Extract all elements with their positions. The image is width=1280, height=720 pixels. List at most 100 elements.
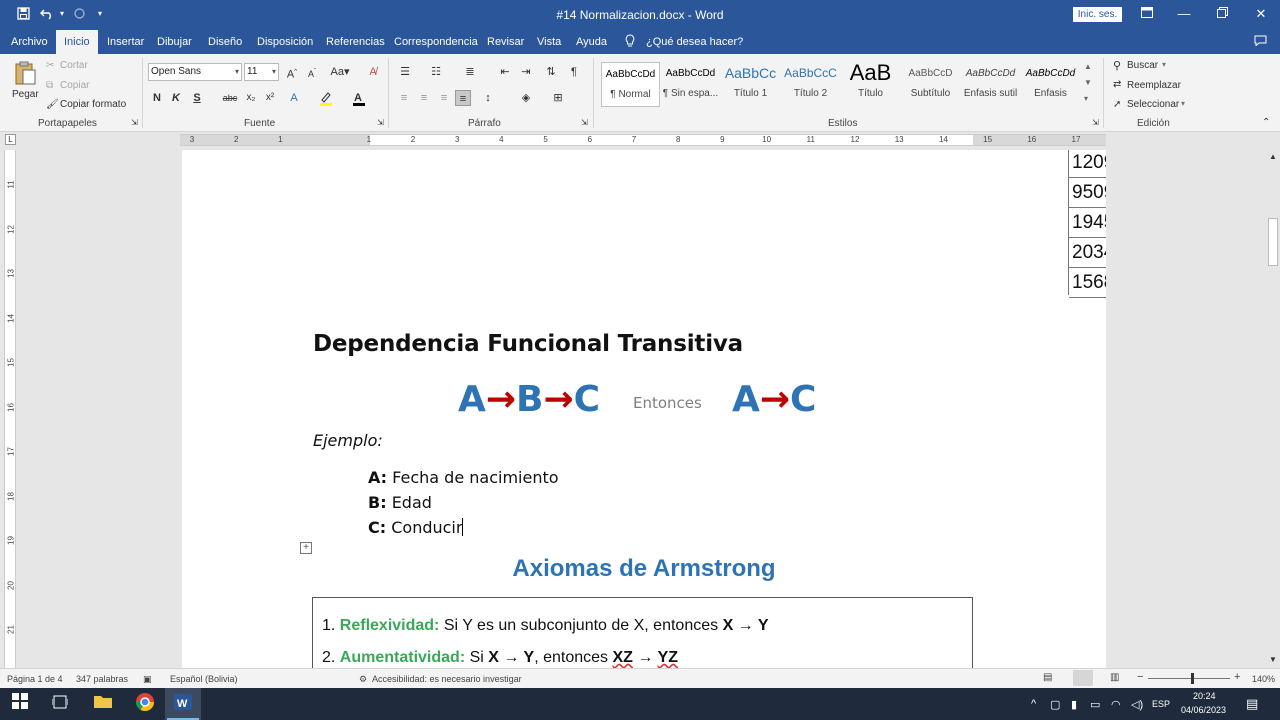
- collapse-ribbon-icon[interactable]: ⌃: [1262, 117, 1270, 128]
- windows-start-icon[interactable]: [8, 692, 32, 716]
- battery-icon[interactable]: ▭: [1090, 698, 1100, 711]
- chrome-icon[interactable]: [133, 692, 157, 716]
- replace-button[interactable]: Reemplazar: [1127, 80, 1181, 91]
- style-no-spacing[interactable]: AaBbCcDd ¶ Sin espa...: [661, 62, 720, 107]
- tab-ayuda[interactable]: Ayuda: [576, 30, 607, 54]
- file-explorer-icon[interactable]: [91, 692, 115, 716]
- tell-me-search[interactable]: ¿Qué desea hacer?: [646, 30, 743, 54]
- focus-mode-icon[interactable]: ▤: [1043, 672, 1052, 683]
- styles-more-icon[interactable]: ▾: [1084, 94, 1088, 103]
- style-subtle-emphasis[interactable]: AaBbCcDd Énfasis sutil: [961, 62, 1020, 107]
- paste-button[interactable]: Pegar: [12, 89, 39, 100]
- format-painter-button[interactable]: Copiar formato: [60, 99, 126, 110]
- line-spacing-icon[interactable]: ↕: [480, 90, 496, 106]
- styles-scroll-down-icon[interactable]: ▼: [1084, 78, 1092, 87]
- superscript-icon[interactable]: x²: [262, 90, 278, 106]
- paragraph-launcher-icon[interactable]: ⇲: [581, 118, 588, 127]
- scroll-up-icon[interactable]: ▲: [1269, 152, 1277, 161]
- clear-formatting-icon[interactable]: A̸: [365, 64, 381, 80]
- style-heading-2[interactable]: AaBbCcC Título 2: [781, 62, 840, 107]
- italic-button[interactable]: K: [168, 90, 184, 106]
- table-cell[interactable]: 1568: [1069, 268, 1106, 298]
- accessibility-status[interactable]: Accesibilidad: es necesario investigar: [372, 674, 522, 684]
- usb-icon[interactable]: ▮: [1071, 698, 1077, 711]
- styles-launcher-icon[interactable]: ⇲: [1092, 118, 1099, 127]
- close-icon[interactable]: ✕: [1251, 5, 1271, 23]
- word-app-icon[interactable]: W: [171, 692, 195, 716]
- table-cell[interactable]: 9509: [1069, 178, 1106, 208]
- copy-icon[interactable]: ⧉: [46, 80, 53, 91]
- font-launcher-icon[interactable]: ⇲: [377, 118, 384, 127]
- input-language[interactable]: ESP: [1152, 699, 1170, 709]
- table-move-handle-icon[interactable]: +: [300, 542, 312, 554]
- example-line-b[interactable]: B: Edad: [368, 493, 432, 512]
- search-icon[interactable]: ⚲: [1113, 59, 1121, 72]
- zoom-in-icon[interactable]: +: [1234, 671, 1240, 683]
- shrink-font-icon[interactable]: Aˇ: [304, 64, 320, 80]
- tab-revisar[interactable]: Revisar: [487, 30, 524, 54]
- find-button[interactable]: Buscar: [1127, 60, 1158, 71]
- horizontal-ruler[interactable]: 3 2 1 1 2 3 4 5 6 7 8 9 10 11 12 13 14 15 16 17: [180, 134, 1106, 146]
- copy-button[interactable]: Copiar: [60, 80, 89, 91]
- decrease-indent-icon[interactable]: ⇤: [497, 64, 513, 80]
- table-cell[interactable]: 1945: [1069, 208, 1106, 238]
- tab-inicio[interactable]: Inicio: [56, 30, 98, 54]
- example-line-c[interactable]: C: Conducir: [368, 518, 464, 537]
- language-status[interactable]: Español (Bolivia): [170, 674, 238, 684]
- tab-correspondencia[interactable]: Correspondencia: [394, 30, 478, 54]
- font-name-combo[interactable]: Open Sans ▾: [148, 63, 242, 81]
- grow-font-icon[interactable]: A^: [284, 64, 300, 81]
- align-right-icon[interactable]: ≡: [436, 90, 452, 106]
- minimize-icon[interactable]: —: [1174, 5, 1194, 23]
- text-effects-icon[interactable]: A: [286, 90, 302, 106]
- example-line-a[interactable]: A: Fecha de nacimiento: [368, 468, 559, 487]
- web-layout-icon[interactable]: ▥: [1110, 672, 1119, 683]
- style-heading-1[interactable]: AaBbCc Título 1: [721, 62, 780, 107]
- axioms-title[interactable]: Axiomas de Armstrong: [182, 555, 1106, 583]
- task-view-icon[interactable]: [48, 692, 72, 716]
- clock-date[interactable]: 04/06/2023: [1181, 705, 1226, 715]
- zoom-level[interactable]: 140%: [1252, 674, 1275, 684]
- section-heading[interactable]: Dependencia Funcional Transitiva: [313, 331, 743, 357]
- ribbon-display-icon[interactable]: [1137, 5, 1157, 23]
- notifications-icon[interactable]: ▤: [1246, 696, 1258, 712]
- paste-icon[interactable]: [14, 60, 36, 86]
- format-painter-icon[interactable]: 🖌: [46, 99, 59, 110]
- table-cell[interactable]: 1209: [1069, 150, 1106, 178]
- underline-button[interactable]: S: [189, 90, 205, 106]
- meet-icon[interactable]: ▢: [1050, 698, 1060, 711]
- style-emphasis[interactable]: AaBbCcDd Énfasis: [1021, 62, 1080, 107]
- shading-icon[interactable]: ◈: [518, 90, 534, 106]
- word-count[interactable]: 347 palabras: [76, 674, 128, 684]
- align-left-icon[interactable]: ≡: [396, 90, 412, 106]
- proofing-icon[interactable]: ▣: [143, 674, 152, 685]
- style-normal[interactable]: AaBbCcDd ¶ Normal: [601, 62, 660, 107]
- zoom-slider-thumb[interactable]: [1191, 673, 1194, 684]
- font-size-combo[interactable]: 11 ▾: [244, 63, 279, 81]
- tab-vista[interactable]: Vista: [537, 30, 561, 54]
- align-center-icon[interactable]: ≡: [416, 90, 432, 106]
- font-color-icon[interactable]: A: [351, 90, 367, 106]
- style-title[interactable]: AaB Título: [841, 60, 900, 107]
- vertical-scrollbar[interactable]: ▲ ▼: [1266, 150, 1280, 668]
- change-case-icon[interactable]: Aa▾: [329, 64, 351, 80]
- cut-button[interactable]: Cortar: [60, 60, 88, 71]
- example-label[interactable]: Ejemplo:: [313, 431, 383, 450]
- bold-button[interactable]: N: [149, 90, 165, 106]
- document-page[interactable]: 1209 9509 1945 2034 1568 Dependencia Fun…: [182, 150, 1106, 668]
- tab-insertar[interactable]: Insertar: [107, 30, 144, 54]
- clipboard-launcher-icon[interactable]: ⇲: [131, 118, 138, 127]
- cut-scissors-icon[interactable]: ✂: [46, 60, 54, 71]
- scroll-thumb[interactable]: [1268, 218, 1278, 266]
- styles-scroll-up-icon[interactable]: ▲: [1084, 62, 1092, 71]
- select-cursor-icon[interactable]: ➚: [1113, 99, 1121, 110]
- bullets-icon[interactable]: ☰: [397, 64, 413, 80]
- select-button[interactable]: Seleccionar: [1127, 99, 1179, 110]
- style-subtitle[interactable]: AaBbCcD Subtítulo: [901, 62, 960, 107]
- replace-icon[interactable]: ⇄: [1113, 79, 1121, 90]
- table-cell[interactable]: 2034: [1069, 238, 1106, 268]
- accessibility-icon[interactable]: ⚙: [359, 674, 367, 685]
- zoom-out-icon[interactable]: −: [1137, 671, 1143, 683]
- strikethrough-button[interactable]: abc: [220, 90, 240, 106]
- tab-dibujar[interactable]: Dibujar: [157, 30, 192, 54]
